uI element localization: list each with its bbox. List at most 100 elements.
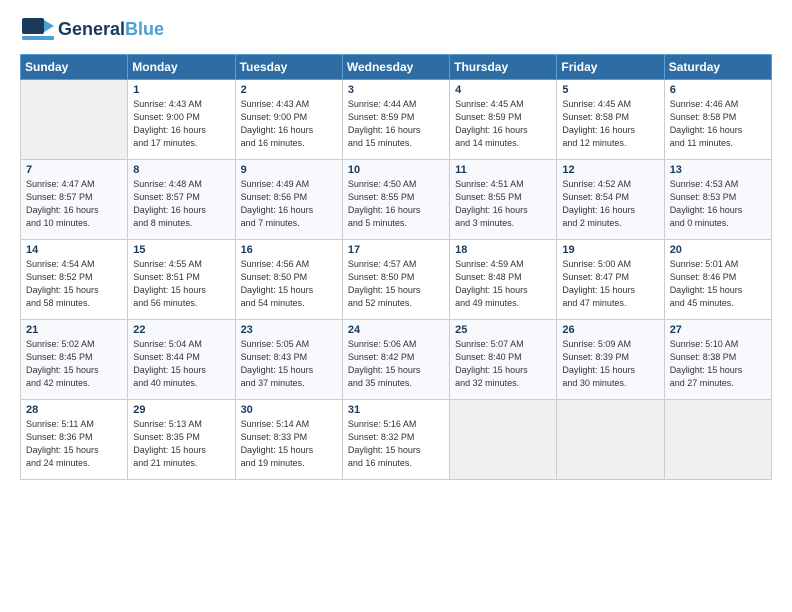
header: GeneralBlue [20,16,772,44]
calendar-cell [21,80,128,160]
day-info: Sunrise: 5:07 AM Sunset: 8:40 PM Dayligh… [455,338,551,390]
calendar-cell: 29 Sunrise: 5:13 AM Sunset: 8:35 PM Dayli… [128,400,235,480]
day-info: Sunrise: 4:50 AM Sunset: 8:55 PM Dayligh… [348,178,444,230]
day-info: Sunrise: 4:53 AM Sunset: 8:53 PM Dayligh… [670,178,766,230]
day-info: Sunrise: 5:05 AM Sunset: 8:43 PM Dayligh… [241,338,337,390]
weekday-header-cell: Thursday [450,55,557,80]
calendar-cell: 4Sunrise: 4:45 AM Sunset: 8:59 PM Daylig… [450,80,557,160]
day-info: Sunrise: 5:14 AM Sunset: 8:33 PM Dayligh… [241,418,337,470]
day-info: Sunrise: 4:49 AM Sunset: 8:56 PM Dayligh… [241,178,337,230]
day-number: 12 [562,164,658,176]
day-number: 15 [133,244,229,256]
day-number: 11 [455,164,551,176]
day-info: Sunrise: 4:54 AM Sunset: 8:52 PM Dayligh… [26,258,122,310]
day-number: 8 [133,164,229,176]
day-info: Sunrise: 4:45 AM Sunset: 8:59 PM Dayligh… [455,98,551,150]
calendar-cell: 16 Sunrise: 4:56 AM Sunset: 8:50 PM Dayli… [235,240,342,320]
day-number: 20 [670,244,766,256]
day-number: 27 [670,324,766,336]
calendar-cell: 17Sunrise: 4:57 AM Sunset: 8:50 PM Dayli… [342,240,449,320]
calendar-week-row: 1Sunrise: 4:43 AM Sunset: 9:00 PM Daylig… [21,80,772,160]
day-number: 24 [348,324,444,336]
calendar-cell: 2 Sunrise: 4:43 AM Sunset: 9:00 PM Daylig… [235,80,342,160]
day-number: 13 [670,164,766,176]
calendar-week-row: 21 Sunrise: 5:02 AM Sunset: 8:45 PM Dayli… [21,320,772,400]
weekday-header-cell: Wednesday [342,55,449,80]
page: GeneralBlue SundayMondayTuesdayWednesday… [0,0,792,612]
day-info: Sunrise: 5:04 AM Sunset: 8:44 PM Dayligh… [133,338,229,390]
calendar-cell: 18 Sunrise: 4:59 AM Sunset: 8:48 PM Dayli… [450,240,557,320]
calendar-cell: 23Sunrise: 5:05 AM Sunset: 8:43 PM Dayli… [235,320,342,400]
calendar-cell: 30 Sunrise: 5:14 AM Sunset: 8:33 PM Dayli… [235,400,342,480]
day-info: Sunrise: 4:43 AM Sunset: 9:00 PM Dayligh… [133,98,229,150]
day-info: Sunrise: 4:43 AM Sunset: 9:00 PM Dayligh… [241,98,337,150]
day-number: 6 [670,84,766,96]
calendar-cell: 25Sunrise: 5:07 AM Sunset: 8:40 PM Dayli… [450,320,557,400]
day-number: 10 [348,164,444,176]
day-info: Sunrise: 5:01 AM Sunset: 8:46 PM Dayligh… [670,258,766,310]
weekday-header-cell: Tuesday [235,55,342,80]
calendar-cell [664,400,771,480]
calendar-cell: 15 Sunrise: 4:55 AM Sunset: 8:51 PM Dayli… [128,240,235,320]
day-info: Sunrise: 5:02 AM Sunset: 8:45 PM Dayligh… [26,338,122,390]
calendar-week-row: 28 Sunrise: 5:11 AM Sunset: 8:36 PM Dayli… [21,400,772,480]
day-info: Sunrise: 5:11 AM Sunset: 8:36 PM Dayligh… [26,418,122,470]
day-info: Sunrise: 4:48 AM Sunset: 8:57 PM Dayligh… [133,178,229,230]
day-number: 5 [562,84,658,96]
calendar-cell [450,400,557,480]
calendar-cell: 28 Sunrise: 5:11 AM Sunset: 8:36 PM Dayli… [21,400,128,480]
day-info: Sunrise: 5:16 AM Sunset: 8:32 PM Dayligh… [348,418,444,470]
day-info: Sunrise: 4:56 AM Sunset: 8:50 PM Dayligh… [241,258,337,310]
day-number: 18 [455,244,551,256]
day-number: 19 [562,244,658,256]
day-info: Sunrise: 4:46 AM Sunset: 8:58 PM Dayligh… [670,98,766,150]
day-number: 29 [133,404,229,416]
logo-icon [20,16,56,44]
weekday-header-cell: Saturday [664,55,771,80]
calendar-table: SundayMondayTuesdayWednesdayThursdayFrid… [20,54,772,480]
day-info: Sunrise: 4:51 AM Sunset: 8:55 PM Dayligh… [455,178,551,230]
calendar-cell: 6 Sunrise: 4:46 AM Sunset: 8:58 PM Daylig… [664,80,771,160]
calendar-cell: 22 Sunrise: 5:04 AM Sunset: 8:44 PM Dayli… [128,320,235,400]
day-number: 2 [241,84,337,96]
logo-text: GeneralBlue [58,20,164,40]
day-info: Sunrise: 5:09 AM Sunset: 8:39 PM Dayligh… [562,338,658,390]
day-number: 16 [241,244,337,256]
day-number: 30 [241,404,337,416]
day-number: 21 [26,324,122,336]
day-number: 26 [562,324,658,336]
day-number: 28 [26,404,122,416]
calendar-week-row: 14Sunrise: 4:54 AM Sunset: 8:52 PM Dayli… [21,240,772,320]
weekday-header-cell: Friday [557,55,664,80]
calendar-cell: 19 Sunrise: 5:00 AM Sunset: 8:47 PM Dayli… [557,240,664,320]
day-info: Sunrise: 5:00 AM Sunset: 8:47 PM Dayligh… [562,258,658,310]
day-info: Sunrise: 4:47 AM Sunset: 8:57 PM Dayligh… [26,178,122,230]
calendar-cell [557,400,664,480]
calendar-cell: 26 Sunrise: 5:09 AM Sunset: 8:39 PM Dayli… [557,320,664,400]
day-info: Sunrise: 5:13 AM Sunset: 8:35 PM Dayligh… [133,418,229,470]
day-info: Sunrise: 5:06 AM Sunset: 8:42 PM Dayligh… [348,338,444,390]
calendar-cell: 3Sunrise: 4:44 AM Sunset: 8:59 PM Daylig… [342,80,449,160]
day-number: 31 [348,404,444,416]
calendar-cell: 10 Sunrise: 4:50 AM Sunset: 8:55 PM Dayli… [342,160,449,240]
weekday-header-cell: Monday [128,55,235,80]
calendar-cell: 31 Sunrise: 5:16 AM Sunset: 8:32 PM Dayli… [342,400,449,480]
day-info: Sunrise: 4:52 AM Sunset: 8:54 PM Dayligh… [562,178,658,230]
calendar-body: 1Sunrise: 4:43 AM Sunset: 9:00 PM Daylig… [21,80,772,480]
day-info: Sunrise: 4:45 AM Sunset: 8:58 PM Dayligh… [562,98,658,150]
calendar-cell: 14Sunrise: 4:54 AM Sunset: 8:52 PM Dayli… [21,240,128,320]
calendar-cell: 11 Sunrise: 4:51 AM Sunset: 8:55 PM Dayli… [450,160,557,240]
weekday-header-row: SundayMondayTuesdayWednesdayThursdayFrid… [21,55,772,80]
calendar-cell: 21 Sunrise: 5:02 AM Sunset: 8:45 PM Dayli… [21,320,128,400]
logo: GeneralBlue [20,16,164,44]
day-info: Sunrise: 5:10 AM Sunset: 8:38 PM Dayligh… [670,338,766,390]
calendar-cell: 12 Sunrise: 4:52 AM Sunset: 8:54 PM Dayli… [557,160,664,240]
day-number: 22 [133,324,229,336]
calendar-cell: 8 Sunrise: 4:48 AM Sunset: 8:57 PM Daylig… [128,160,235,240]
day-info: Sunrise: 4:59 AM Sunset: 8:48 PM Dayligh… [455,258,551,310]
weekday-header-cell: Sunday [21,55,128,80]
day-number: 9 [241,164,337,176]
day-info: Sunrise: 4:55 AM Sunset: 8:51 PM Dayligh… [133,258,229,310]
day-info: Sunrise: 4:44 AM Sunset: 8:59 PM Dayligh… [348,98,444,150]
calendar-cell: 24 Sunrise: 5:06 AM Sunset: 8:42 PM Dayli… [342,320,449,400]
